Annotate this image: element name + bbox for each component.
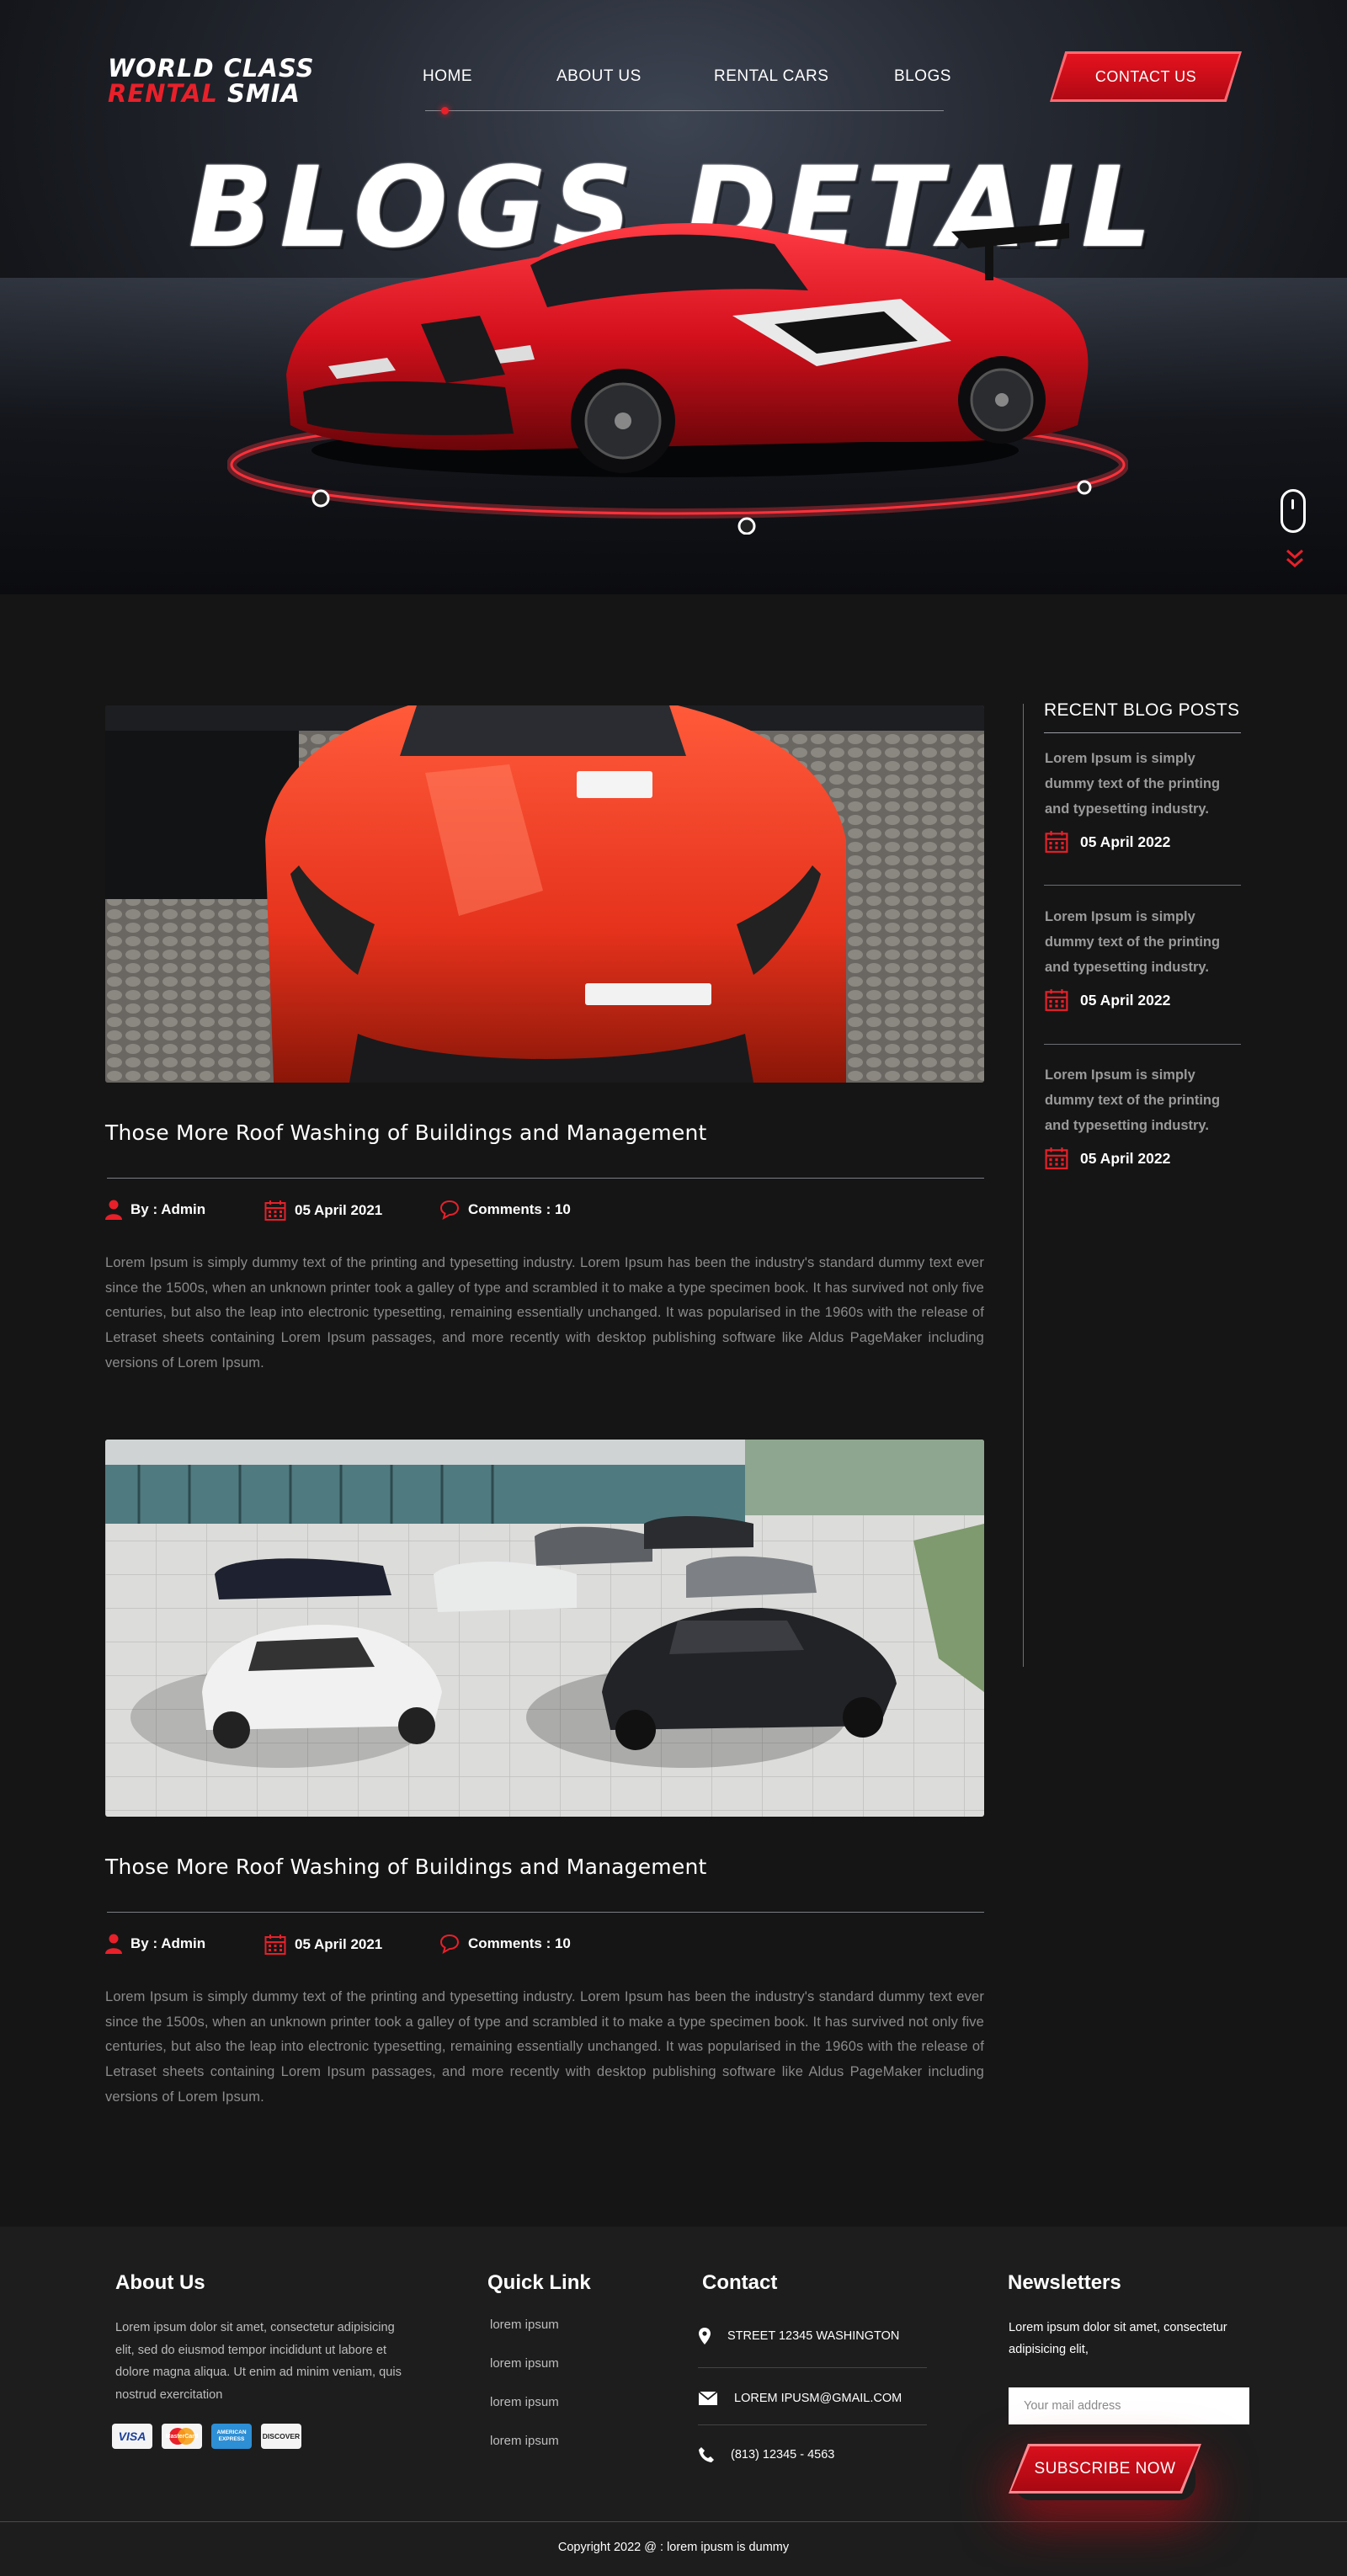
phone-icon — [699, 2447, 714, 2462]
recent-post-item[interactable]: Lorem Ipsum is simply dummy text of the … — [1045, 746, 1240, 854]
brand-logo[interactable]: WORLD CLASS RENTAL SMIA — [108, 56, 315, 106]
footer-about-text: Lorem ipsum dolor sit amet, consectetur … — [115, 2321, 402, 2402]
contact-phone-text: (813) 12345 - 4563 — [731, 2448, 835, 2462]
calendar-icon — [264, 1200, 286, 1221]
nav-underline — [425, 110, 944, 111]
user-icon — [105, 1200, 122, 1220]
recent-post-divider — [1044, 885, 1241, 886]
post-comments[interactable]: Comments : 10 — [439, 1934, 571, 1954]
nav-item-blogs[interactable]: BLOGS — [894, 67, 951, 86]
newsletter-email-input[interactable] — [1009, 2387, 1249, 2424]
payment-cards: VISA MasterCard AMERICAN EXPRESS DISCOVE… — [112, 2424, 301, 2449]
contact-divider — [698, 2367, 927, 2368]
contact-address-text: STREET 12345 WASHINGTON — [727, 2329, 900, 2343]
recent-post-item[interactable]: Lorem Ipsum is simply dummy text of the … — [1045, 904, 1240, 1012]
chevron-down-icon[interactable] — [1286, 549, 1304, 569]
comment-icon — [439, 1934, 460, 1954]
post-comments[interactable]: Comments : 10 — [439, 1200, 571, 1220]
post-author: By : Admin — [105, 1934, 205, 1954]
contact-phone[interactable]: (813) 12345 - 4563 — [699, 2447, 834, 2462]
blog-post-1: Those More Roof Washing of Buildings and… — [105, 705, 984, 1370]
footer-contact-heading: Contact — [702, 2271, 778, 2294]
brand-line-2: RENTAL SMIA — [108, 81, 315, 106]
recent-post-item[interactable]: Lorem Ipsum is simply dummy text of the … — [1045, 1062, 1240, 1170]
footer-about-heading: About Us — [115, 2271, 205, 2294]
post-date-label: 05 April 2021 — [295, 1202, 383, 1218]
contact-divider — [698, 2424, 927, 2425]
post-title[interactable]: Those More Roof Washing of Buildings and… — [105, 1855, 707, 1879]
quick-link[interactable]: lorem ipsum — [490, 2318, 559, 2332]
mastercard-icon: MasterCard — [162, 2424, 202, 2449]
hero-car-image — [227, 223, 1128, 535]
nav-item-home[interactable]: HOME — [423, 67, 472, 86]
footer-newsletter-heading: Newsletters — [1008, 2271, 1121, 2294]
recent-post-date: 05 April 2022 — [1045, 988, 1240, 1012]
subscribe-button[interactable]: SUBSCRIBE NOW — [1011, 2446, 1199, 2491]
blog-post-2: Those More Roof Washing of Buildings and… — [105, 1440, 984, 2105]
sidebar-divider — [1023, 704, 1024, 1667]
recent-post-text: Lorem Ipsum is simply dummy text of the … — [1045, 1067, 1221, 1133]
recent-post-text: Lorem Ipsum is simply dummy text of the … — [1045, 751, 1221, 817]
discover-card-icon: DISCOVER — [261, 2424, 301, 2449]
brand-word-red: RENTAL — [108, 79, 218, 108]
recent-post-date: 05 April 2022 — [1045, 830, 1240, 854]
post-divider — [107, 1178, 984, 1179]
calendar-icon — [1045, 831, 1068, 853]
quick-link[interactable]: lorem ipsum — [490, 2356, 559, 2371]
comment-icon — [439, 1200, 460, 1220]
post-image-red-car[interactable] — [105, 705, 984, 1083]
recent-post-date-label: 05 April 2022 — [1080, 991, 1171, 1009]
contact-email-text: LOREM IPUSM@GMAIL.COM — [734, 2392, 902, 2405]
post-date-label: 05 April 2021 — [295, 1936, 383, 1952]
envelope-icon — [699, 2392, 717, 2405]
contact-address: STREET 12345 WASHINGTON — [699, 2328, 899, 2344]
post-author-label: By : Admin — [130, 1201, 206, 1217]
post-photo-1 — [105, 705, 984, 1083]
calendar-icon — [264, 1935, 286, 1955]
post-date: 05 April 2021 — [264, 1934, 382, 1956]
newsletter-text: Lorem ipsum dolor sit amet, consectetur … — [1009, 2321, 1227, 2356]
recent-post-text: Lorem Ipsum is simply dummy text of the … — [1045, 909, 1221, 975]
user-icon — [105, 1934, 122, 1954]
post-date: 05 April 2021 — [264, 1200, 382, 1221]
location-pin-icon — [699, 2328, 711, 2344]
recent-post-date-label: 05 April 2022 — [1080, 1149, 1171, 1167]
amex-card-icon: AMERICAN EXPRESS — [211, 2424, 252, 2449]
post-author-label: By : Admin — [130, 1935, 206, 1951]
post-meta: By : Admin 05 April 2021 Comments : 10 — [105, 1200, 984, 1225]
sidebar-title-underline — [1044, 732, 1241, 733]
quick-link[interactable]: lorem ipsum — [490, 2434, 559, 2448]
sidebar-title: RECENT BLOG POSTS — [1044, 700, 1240, 720]
post-body: Lorem Ipsum is simply dummy text of the … — [105, 1989, 984, 2105]
nav-active-indicator — [441, 107, 449, 114]
hero-banner: WORLD CLASS RENTAL SMIA HOME ABOUT US RE… — [0, 0, 1347, 594]
nav-item-rental-cars[interactable]: RENTAL CARS — [714, 67, 828, 86]
post-title[interactable]: Those More Roof Washing of Buildings and… — [105, 1120, 707, 1145]
post-image-bmw-cars[interactable] — [105, 1440, 984, 1817]
copyright: Copyright 2022 @ : lorem ipusm is dummy — [557, 2541, 790, 2554]
footer-divider — [0, 2521, 1347, 2522]
contact-us-button[interactable]: CONTACT US — [1052, 54, 1239, 99]
brand-line-1: WORLD CLASS — [108, 54, 315, 82]
brand-word-white: SMIA — [226, 79, 301, 108]
visa-card-icon: VISA — [112, 2424, 152, 2449]
post-divider — [107, 1912, 984, 1913]
post-comments-label: Comments : 10 — [468, 1935, 571, 1951]
quick-link[interactable]: lorem ipsum — [490, 2395, 559, 2409]
mouse-scroll-icon[interactable] — [1280, 489, 1306, 533]
recent-post-date-label: 05 April 2022 — [1080, 833, 1171, 850]
calendar-icon — [1045, 1147, 1068, 1169]
contact-email[interactable]: LOREM IPUSM@GMAIL.COM — [699, 2392, 902, 2405]
nav-item-about[interactable]: ABOUT US — [556, 67, 642, 86]
recent-post-divider — [1044, 1044, 1241, 1045]
post-meta: By : Admin 05 April 2021 Comments : 10 — [105, 1934, 984, 1959]
footer-quick-heading: Quick Link — [487, 2271, 591, 2294]
recent-post-date: 05 April 2022 — [1045, 1147, 1240, 1170]
post-body: Lorem Ipsum is simply dummy text of the … — [105, 1255, 984, 1370]
post-author: By : Admin — [105, 1200, 205, 1220]
calendar-icon — [1045, 989, 1068, 1011]
post-comments-label: Comments : 10 — [468, 1201, 571, 1217]
post-photo-2 — [105, 1440, 984, 1817]
